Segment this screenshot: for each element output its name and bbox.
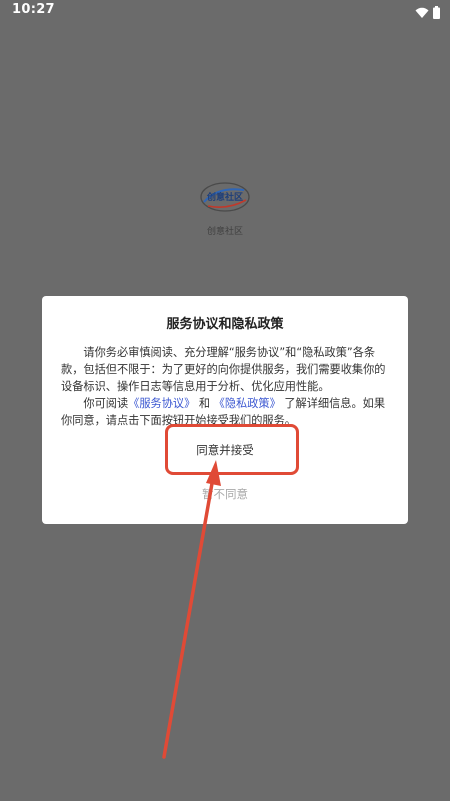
dialog-title: 服务协议和隐私政策 — [166, 317, 284, 332]
dialog-paragraph-1: 请你务必审慎阅读、充分理解“服务协议”和“隐私政策”各条款，包括但不限于：为了更… — [61, 346, 386, 393]
disagree-button[interactable]: 暂不同意 — [42, 486, 408, 508]
paragraph-2-prefix: 你可阅读 — [83, 397, 129, 410]
status-bar: 10:27 — [0, 0, 450, 22]
status-time: 10:27 — [12, 2, 55, 17]
battery-icon — [433, 4, 440, 23]
privacy-dialog: 服务协议和隐私政策 请你务必审慎阅读、充分理解“服务协议”和“隐私政策”各条款，… — [42, 296, 408, 524]
status-icons — [415, 4, 440, 23]
paragraph-2-and: 和 — [198, 397, 211, 410]
service-agreement-link[interactable]: 《服务协议》 — [128, 397, 195, 410]
app-name: 创意社区 — [206, 227, 243, 237]
wifi-icon — [415, 4, 429, 23]
annotation-highlight-box — [165, 424, 299, 475]
privacy-policy-link[interactable]: 《隐私政策》 — [214, 397, 281, 410]
app-logo: 创意社区 — [198, 180, 252, 214]
app-logo-text: 创意社区 — [206, 191, 243, 203]
dialog-body: 请你务必审慎阅读、充分理解“服务协议”和“隐私政策”各条款，包括但不限于：为了更… — [61, 344, 393, 429]
